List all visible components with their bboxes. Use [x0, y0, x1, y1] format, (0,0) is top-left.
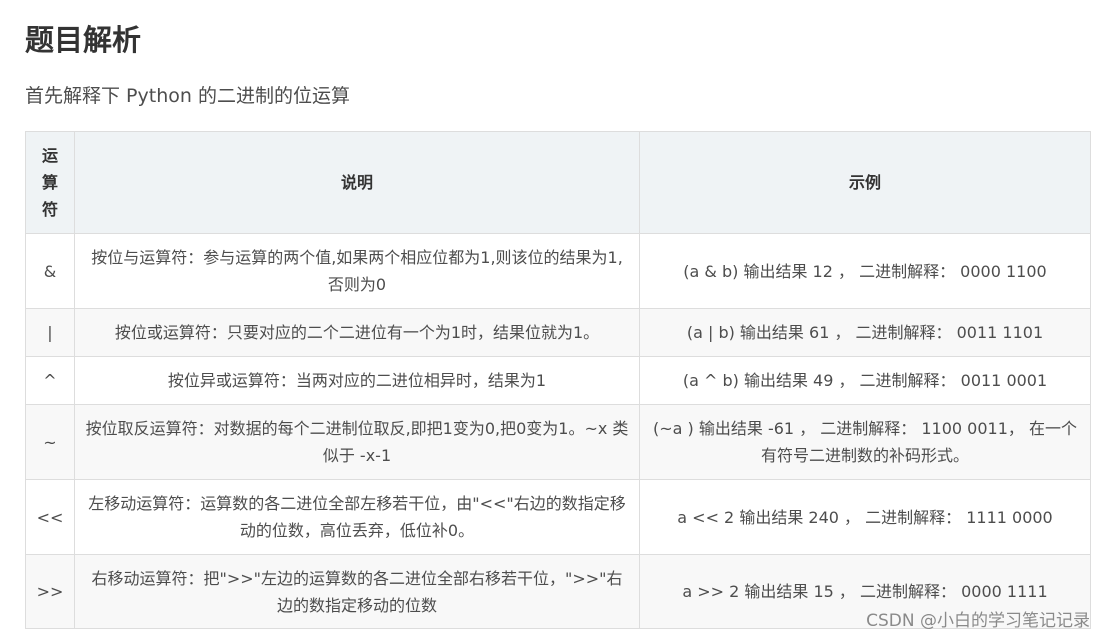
example-cell: (~a ) 输出结果 -61 ， 二进制解释： 1100 0011， 在一个有符… [639, 404, 1091, 480]
operator-cell: << [25, 479, 75, 555]
description-cell: 按位异或运算符：当两对应的二进位相异时，结果为1 [74, 356, 640, 405]
description-cell: 按位取反运算符：对数据的每个二进制位取反,即把1变为0,把0变为1。~x 类似于… [74, 404, 640, 480]
header-description: 说明 [74, 131, 640, 234]
description-cell: 左移动运算符：运算数的各二进位全部左移若干位，由"<<"右边的数指定移动的位数，… [74, 479, 640, 555]
example-cell: a << 2 输出结果 240 ， 二进制解释： 1111 0000 [639, 479, 1091, 555]
page-title: 题目解析 [25, 23, 142, 57]
table-row: << 左移动运算符：运算数的各二进位全部左移若干位，由"<<"右边的数指定移动的… [25, 479, 1091, 555]
description-cell: 按位或运算符：只要对应的二个二进位有一个为1时，结果位就为1。 [74, 308, 640, 357]
example-cell: (a & b) 输出结果 12 ， 二进制解释： 0000 1100 [639, 233, 1091, 309]
header-operator: 运算符 [25, 131, 75, 234]
header-example: 示例 [639, 131, 1091, 234]
example-cell: (a ^ b) 输出结果 49 ， 二进制解释： 0011 0001 [639, 356, 1091, 405]
operator-cell: >> [25, 554, 75, 629]
table-header-row: 运算符 说明 示例 [25, 131, 1091, 234]
operator-cell: & [25, 233, 75, 309]
operator-cell: ^ [25, 356, 75, 405]
intro-text: 首先解释下 Python 的二进制的位运算 [25, 85, 350, 107]
table-row: | 按位或运算符：只要对应的二个二进位有一个为1时，结果位就为1。 (a | b… [25, 308, 1091, 357]
table-row: ~ 按位取反运算符：对数据的每个二进制位取反,即把1变为0,把0变为1。~x 类… [25, 404, 1091, 480]
csdn-watermark: CSDN @小白的学习笔记记录 [866, 611, 1090, 631]
bitwise-operators-table: 运算符 说明 示例 & 按位与运算符：参与运算的两个值,如果两个相应位都为1,则… [25, 131, 1091, 629]
example-cell: (a | b) 输出结果 61 ， 二进制解释： 0011 1101 [639, 308, 1091, 357]
table-row: & 按位与运算符：参与运算的两个值,如果两个相应位都为1,则该位的结果为1,否则… [25, 233, 1091, 309]
table-row: ^ 按位异或运算符：当两对应的二进位相异时，结果为1 (a ^ b) 输出结果 … [25, 356, 1091, 405]
operator-cell: ~ [25, 404, 75, 480]
description-cell: 按位与运算符：参与运算的两个值,如果两个相应位都为1,则该位的结果为1,否则为0 [74, 233, 640, 309]
description-cell: 右移动运算符：把">>"左边的运算数的各二进位全部右移若干位，">>"右边的数指… [74, 554, 640, 629]
operator-cell: | [25, 308, 75, 357]
